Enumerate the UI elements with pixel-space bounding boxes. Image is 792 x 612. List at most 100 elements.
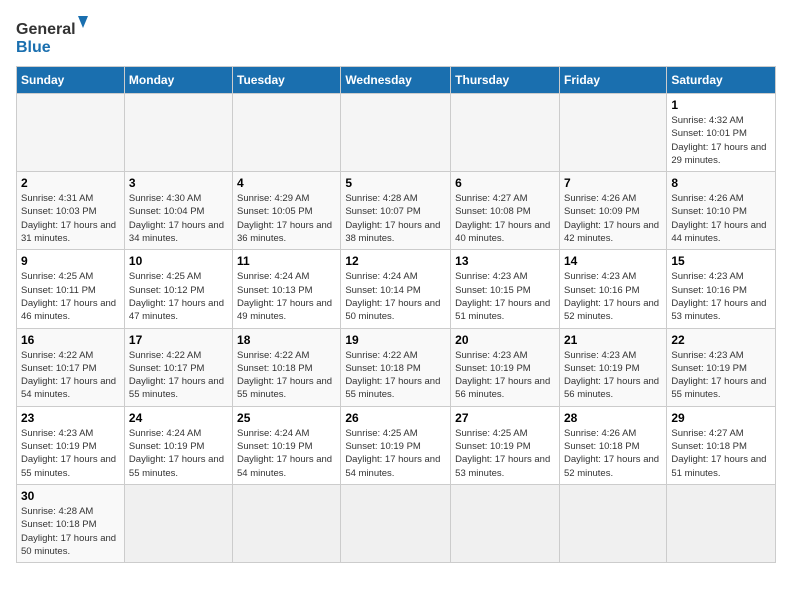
day-info: Sunrise: 4:30 AMSunset: 10:04 PMDaylight… — [129, 192, 228, 245]
day-number: 22 — [671, 333, 771, 347]
calendar-week-2: 2Sunrise: 4:31 AMSunset: 10:03 PMDayligh… — [17, 172, 776, 250]
day-number: 9 — [21, 254, 120, 268]
day-number: 24 — [129, 411, 228, 425]
weekday-header-wednesday: Wednesday — [341, 67, 451, 94]
weekday-header-row: SundayMondayTuesdayWednesdayThursdayFrid… — [17, 67, 776, 94]
day-info: Sunrise: 4:27 AMSunset: 10:18 PMDaylight… — [671, 427, 771, 480]
day-info: Sunrise: 4:23 AMSunset: 10:16 PMDaylight… — [564, 270, 662, 323]
day-info: Sunrise: 4:24 AMSunset: 10:19 PMDaylight… — [129, 427, 228, 480]
day-number: 3 — [129, 176, 228, 190]
sunrise-label: Sunrise: 4:30 AM — [129, 193, 201, 204]
sunset-label: Sunset: 10:19 PM — [455, 363, 531, 374]
daylight-label: Daylight: 17 hours and 29 minutes. — [671, 142, 766, 166]
day-info: Sunrise: 4:23 AMSunset: 10:19 PMDaylight… — [671, 349, 771, 402]
daylight-label: Daylight: 17 hours and 55 minutes. — [129, 376, 224, 400]
calendar-day — [341, 484, 451, 562]
day-info: Sunrise: 4:24 AMSunset: 10:13 PMDaylight… — [237, 270, 336, 323]
calendar-day: 7Sunrise: 4:26 AMSunset: 10:09 PMDayligh… — [559, 172, 666, 250]
calendar-day — [559, 94, 666, 172]
daylight-label: Daylight: 17 hours and 52 minutes. — [564, 298, 659, 322]
daylight-label: Daylight: 17 hours and 50 minutes. — [345, 298, 440, 322]
sunrise-label: Sunrise: 4:29 AM — [237, 193, 309, 204]
calendar-day: 23Sunrise: 4:23 AMSunset: 10:19 PMDaylig… — [17, 406, 125, 484]
daylight-label: Daylight: 17 hours and 55 minutes. — [237, 376, 332, 400]
sunrise-label: Sunrise: 4:23 AM — [564, 350, 636, 361]
day-number: 5 — [345, 176, 446, 190]
sunrise-label: Sunrise: 4:23 AM — [671, 350, 743, 361]
daylight-label: Daylight: 17 hours and 51 minutes. — [455, 298, 550, 322]
svg-text:Blue: Blue — [16, 39, 51, 56]
day-number: 16 — [21, 333, 120, 347]
day-info: Sunrise: 4:25 AMSunset: 10:12 PMDaylight… — [129, 270, 228, 323]
sunrise-label: Sunrise: 4:25 AM — [345, 428, 417, 439]
daylight-label: Daylight: 17 hours and 54 minutes. — [21, 376, 116, 400]
sunrise-label: Sunrise: 4:27 AM — [455, 193, 527, 204]
sunset-label: Sunset: 10:19 PM — [455, 441, 531, 452]
calendar-day — [233, 94, 341, 172]
sunset-label: Sunset: 10:18 PM — [21, 519, 97, 530]
day-info: Sunrise: 4:28 AMSunset: 10:18 PMDaylight… — [21, 505, 120, 558]
day-number: 7 — [564, 176, 662, 190]
sunset-label: Sunset: 10:14 PM — [345, 285, 421, 296]
day-info: Sunrise: 4:23 AMSunset: 10:15 PMDaylight… — [455, 270, 555, 323]
sunrise-label: Sunrise: 4:24 AM — [237, 428, 309, 439]
weekday-header-thursday: Thursday — [451, 67, 560, 94]
calendar-day: 8Sunrise: 4:26 AMSunset: 10:10 PMDayligh… — [667, 172, 776, 250]
daylight-label: Daylight: 17 hours and 40 minutes. — [455, 220, 550, 244]
daylight-label: Daylight: 17 hours and 55 minutes. — [345, 376, 440, 400]
sunset-label: Sunset: 10:18 PM — [564, 441, 640, 452]
calendar-day: 19Sunrise: 4:22 AMSunset: 10:18 PMDaylig… — [341, 328, 451, 406]
sunset-label: Sunset: 10:09 PM — [564, 206, 640, 217]
sunrise-label: Sunrise: 4:26 AM — [564, 428, 636, 439]
day-info: Sunrise: 4:32 AMSunset: 10:01 PMDaylight… — [671, 114, 771, 167]
day-info: Sunrise: 4:26 AM Sunset: 10:10 PM Daylight… — [671, 192, 771, 245]
sunset-label: Sunset: 10:18 PM — [345, 363, 421, 374]
day-info: Sunrise: 4:27 AMSunset: 10:08 PMDaylight… — [455, 192, 555, 245]
calendar-day: 5Sunrise: 4:28 AMSunset: 10:07 PMDayligh… — [341, 172, 451, 250]
sunrise-label: Sunrise: 4:23 AM — [455, 350, 527, 361]
logo: GeneralBlue — [16, 16, 106, 56]
calendar-day: 25Sunrise: 4:24 AMSunset: 10:19 PMDaylig… — [233, 406, 341, 484]
day-number: 25 — [237, 411, 336, 425]
sunset-label: Sunset: 10:11 PM — [21, 285, 96, 296]
daylight-label: Daylight: 17 hours and 36 minutes. — [237, 220, 332, 244]
day-info: Sunrise: 4:23 AM Sunset: 10:19 PM Daylight… — [455, 349, 555, 402]
sunset-label: Sunset: 10:05 PM — [237, 206, 313, 217]
calendar-day: 22 Sunrise: 4:23 AMSunset: 10:19 PMDaylig… — [667, 328, 776, 406]
sunrise-label: Sunrise: 4:22 AM — [345, 350, 417, 361]
calendar-day — [341, 94, 451, 172]
day-number: 13 — [455, 254, 555, 268]
day-number: 18 — [237, 333, 336, 347]
calendar-week-1: 1Sunrise: 4:32 AMSunset: 10:01 PMDayligh… — [17, 94, 776, 172]
calendar-table: SundayMondayTuesdayWednesdayThursdayFrid… — [16, 66, 776, 563]
day-info: Sunrise: 4:26 AMSunset: 10:18 PMDaylight… — [564, 427, 662, 480]
calendar-day — [124, 94, 232, 172]
sunset-label: Sunset: 10:16 PM — [564, 285, 640, 296]
sunset-label: Sunset: 10:15 PM — [455, 285, 531, 296]
sunset-label: Sunset: 10:10 PM — [671, 206, 747, 217]
sunset-label: Sunset: 10:18 PM — [671, 441, 747, 452]
calendar-week-4: 16 Sunrise: 4:22 AMSunset: 10:17 PMDaylig… — [17, 328, 776, 406]
day-number: 17 — [129, 333, 228, 347]
sunset-label: Sunset: 10:04 PM — [129, 206, 205, 217]
daylight-label: Daylight: 17 hours and 56 minutes. — [455, 376, 550, 400]
daylight-label: Daylight: 17 hours and 54 minutes. — [345, 454, 440, 478]
daylight-label: Daylight: 17 hours and 47 minutes. — [129, 298, 224, 322]
sunrise-label: Sunrise: 4:26 AM — [671, 193, 743, 204]
daylight-label: Daylight: 17 hours and 38 minutes. — [345, 220, 440, 244]
daylight-label: Daylight: 17 hours and 53 minutes. — [671, 298, 766, 322]
sunrise-label: Sunrise: 4:23 AM — [21, 428, 93, 439]
calendar-day: 17 Sunrise: 4:22 AMSunset: 10:17 PMDaylig… — [124, 328, 232, 406]
day-info: Sunrise: 4:22 AMSunset: 10:18 PMDaylight… — [237, 349, 336, 402]
day-number: 6 — [455, 176, 555, 190]
daylight-label: Daylight: 17 hours and 44 minutes. — [671, 220, 766, 244]
day-info: Sunrise: 4:22 AMSunset: 10:17 PMDaylight… — [129, 349, 228, 402]
day-info: Sunrise: 4:22 AMSunset: 10:17 PMDaylight… — [21, 349, 120, 402]
sunset-label: Sunset: 10:13 PM — [237, 285, 313, 296]
sunset-label: Sunset: 10:19 PM — [21, 441, 97, 452]
calendar-day: 20Sunrise: 4:23 AMSunset: 10:19 PMDaylig… — [451, 328, 560, 406]
calendar-day: 21Sunrise: 4:23 AMSunset: 10:19 PMDaylig… — [559, 328, 666, 406]
calendar-week-5: 23Sunrise: 4:23 AMSunset: 10:19 PMDaylig… — [17, 406, 776, 484]
day-info: Sunrise: 4:29 AM Sunset: 10:05 PM Daylight… — [237, 192, 336, 245]
sunset-label: Sunset: 10:19 PM — [237, 441, 313, 452]
